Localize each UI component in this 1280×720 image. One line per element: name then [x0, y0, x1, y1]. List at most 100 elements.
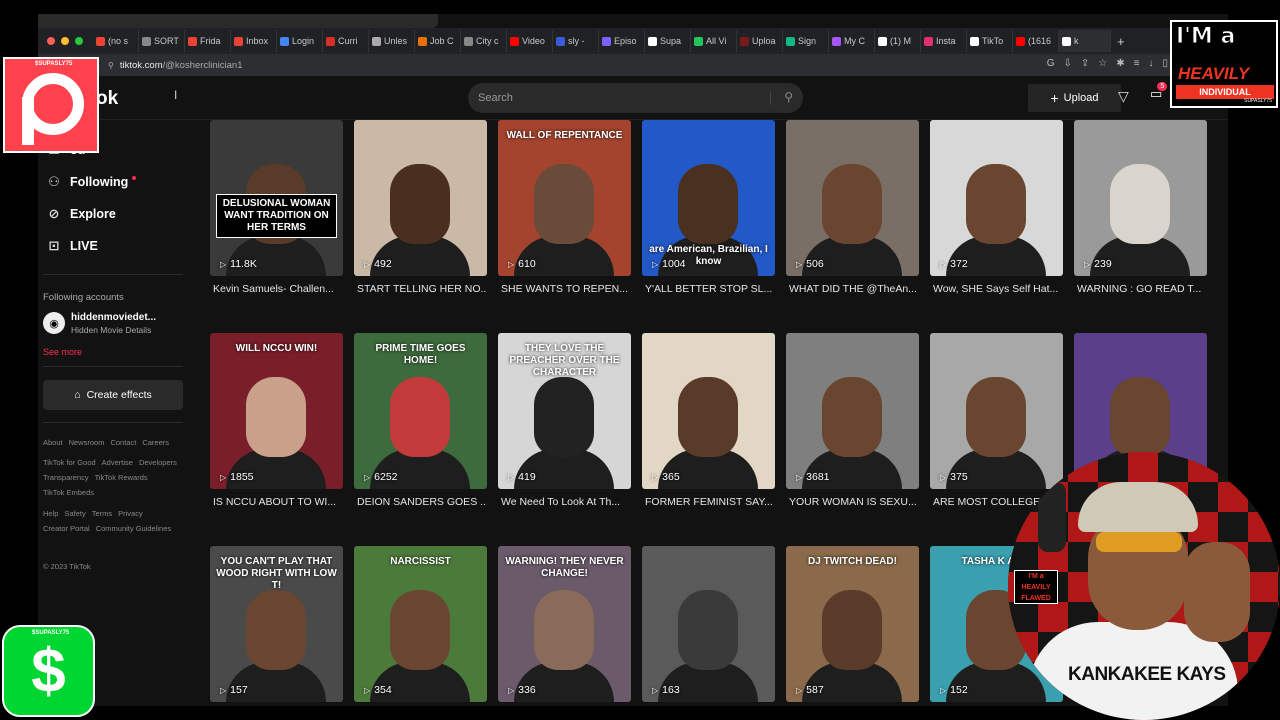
browser-tab[interactable]: SORT	[139, 30, 185, 52]
zoom-window-button[interactable]	[75, 37, 83, 45]
minimize-window-button[interactable]	[61, 37, 69, 45]
video-thumbnail[interactable]: DJ TWITCH DEAD! ▷ 587	[786, 546, 919, 702]
inbox-icon[interactable]: ▭ 5	[1150, 82, 1168, 102]
video-thumbnail[interactable]: ▷ 492	[354, 120, 487, 276]
browser-tab[interactable]: Sign	[783, 30, 829, 52]
footer-link[interactable]: Newsroom	[69, 438, 105, 447]
browser-tab[interactable]: Insta	[921, 30, 967, 52]
video-thumbnail[interactable]: PRIME TIME GOES HOME! ▷ 6252	[354, 333, 487, 489]
tiktok-logo[interactable]: ok	[96, 88, 118, 110]
video-thumbnail[interactable]: WILL NCCU WIN! ▷ 1855	[210, 333, 343, 489]
sidebar-item-following[interactable]: ⚇ Following	[46, 174, 137, 190]
browser-tab[interactable]: Unles	[369, 30, 415, 52]
browser-tab[interactable]: Login	[277, 30, 323, 52]
footer-link[interactable]: Community Guidelines	[96, 524, 171, 533]
footer-link[interactable]: TikTok for Good	[43, 458, 96, 467]
video-title[interactable]: DEION SANDERS GOES ...	[357, 496, 487, 508]
site-info-icon[interactable]: ⚲	[108, 61, 114, 70]
tab-label: (1616	[1028, 36, 1052, 46]
video-thumbnail[interactable]: ▷ 239	[1074, 120, 1207, 276]
video-thumbnail[interactable]: ▷ 163	[642, 546, 775, 702]
video-thumbnail[interactable]: ▷ 372	[930, 120, 1063, 276]
video-thumbnail[interactable]: are American, Brazilian, I know ▷ 1004	[642, 120, 775, 276]
messages-icon[interactable]: ▽	[1118, 88, 1129, 105]
see-more-link[interactable]: See more	[43, 347, 82, 357]
sidebar-item-explore[interactable]: ⊘ Explore	[46, 206, 116, 222]
footer-link[interactable]: Developers	[139, 458, 177, 467]
video-thumbnail[interactable]: ▷ 3681	[786, 333, 919, 489]
sidebar-item-live[interactable]: ⊡ LIVE	[46, 238, 98, 254]
create-effects-button[interactable]: ⌂ Create effects	[43, 380, 183, 410]
footer-link[interactable]: Transparency	[43, 473, 89, 482]
video-title[interactable]: Y'ALL BETTER STOP SL...	[645, 283, 775, 295]
video-thumbnail[interactable]: WARNING! THEY NEVER CHANGE! ▷ 336	[498, 546, 631, 702]
google-icon[interactable]: G	[1047, 58, 1055, 69]
following-account[interactable]: ◉ hiddenmoviedet... Hidden Movie Details	[43, 312, 156, 335]
search-input[interactable]: Search ⚲	[468, 83, 803, 113]
video-thumbnail[interactable]: DELUSIONAL WOMAN WANT TRADITION ON HER T…	[210, 120, 343, 276]
video-thumbnail[interactable]: ▷ 506	[786, 120, 919, 276]
thumbnail-caption: PRIME TIME GOES HOME!	[375, 343, 466, 366]
video-thumbnail[interactable]: YOU CAN'T PLAY THAT WOOD RIGHT WITH LOW …	[210, 546, 343, 702]
reading-list-icon[interactable]: ≡	[1134, 58, 1140, 69]
new-tab-icon[interactable]: +	[1117, 34, 1125, 49]
video-title[interactable]: WHAT DID THE @TheAn...	[789, 283, 919, 295]
url-field[interactable]: ⚲ tiktok.com/@kosherclinician1	[108, 60, 243, 71]
video-title[interactable]: Wow, SHE Says Self Hat...	[933, 283, 1063, 295]
browser-tab[interactable]: Uploa	[737, 30, 783, 52]
video-title[interactable]: WARNING : GO READ T...	[1077, 283, 1207, 295]
browser-tab[interactable]: k	[1059, 30, 1111, 52]
footer-link[interactable]: About	[43, 438, 63, 447]
footer-link[interactable]: Careers	[142, 438, 169, 447]
video-thumbnail[interactable]: NARCISSIST ▷ 354	[354, 546, 487, 702]
browser-tab[interactable]: (1) M	[875, 30, 921, 52]
browser-tab[interactable]: Video	[507, 30, 553, 52]
video-title[interactable]: SHE WANTS TO REPEN...	[501, 283, 631, 295]
video-thumbnail[interactable]: THEY LOVE THE PREACHER OVER THE CHARACTE…	[498, 333, 631, 489]
video-title[interactable]: IS NCCU ABOUT TO WI...	[213, 496, 343, 508]
footer-link[interactable]: Creator Portal	[43, 524, 90, 533]
install-icon[interactable]: ⇩	[1064, 58, 1072, 69]
video-title[interactable]: FORMER FEMINIST SAY...	[645, 496, 775, 508]
browser-tab[interactable]: City c	[461, 30, 507, 52]
upload-button[interactable]: + Upload	[1028, 84, 1121, 112]
browser-tab[interactable]: Supa	[645, 30, 691, 52]
footer-link[interactable]: Help	[43, 509, 58, 518]
play-icon: ▷	[364, 472, 371, 482]
side-panel-icon[interactable]: ▯	[1162, 58, 1168, 69]
extensions-icon[interactable]: ✱	[1116, 58, 1124, 69]
browser-tab[interactable]: Frida	[185, 30, 231, 52]
footer-link[interactable]: Privacy	[118, 509, 143, 518]
bookmark-star-icon[interactable]: ☆	[1098, 58, 1107, 69]
video-title[interactable]: We Need To Look At Th...	[501, 496, 631, 508]
browser-tab[interactable]: Job C	[415, 30, 461, 52]
video-title[interactable]: YOUR WOMAN IS SEXU...	[789, 496, 919, 508]
video-thumbnail[interactable]: ▷ 365	[642, 333, 775, 489]
footer-link[interactable]: Safety	[64, 509, 85, 518]
share-icon[interactable]: ⇪	[1081, 58, 1089, 69]
footer-link[interactable]: TikTok Rewards	[95, 473, 148, 482]
browser-tab[interactable]: TikTo	[967, 30, 1013, 52]
close-window-button[interactable]	[47, 37, 55, 45]
tab-label: TikTo	[982, 36, 1004, 46]
browser-tab[interactable]: Curri	[323, 30, 369, 52]
browser-tab[interactable]: (no s	[93, 30, 139, 52]
footer-link[interactable]: Terms	[92, 509, 112, 518]
footer-link[interactable]: TikTok Embeds	[43, 488, 94, 497]
browser-tab[interactable]: Inbox	[231, 30, 277, 52]
footer-link[interactable]: Advertise	[102, 458, 133, 467]
search-icon[interactable]: ⚲	[784, 90, 793, 104]
browser-tab[interactable]: (1616	[1013, 30, 1059, 52]
browser-tab[interactable]: All Vi	[691, 30, 737, 52]
download-icon[interactable]: ↓	[1148, 58, 1153, 69]
play-icon: ▷	[652, 472, 659, 482]
browser-tab[interactable]: My C	[829, 30, 875, 52]
video-title[interactable]: Kevin Samuels- Challen...	[213, 283, 343, 295]
footer-link[interactable]: Contact	[110, 438, 136, 447]
browser-tab[interactable]: sly -	[553, 30, 599, 52]
video-thumbnail[interactable]: WALL OF REPENTANCE ▷ 610	[498, 120, 631, 276]
play-icon: ▷	[508, 259, 515, 269]
view-count-number: 163	[662, 684, 680, 696]
video-title[interactable]: START TELLING HER NO...	[357, 283, 487, 295]
browser-tab[interactable]: Episo	[599, 30, 645, 52]
